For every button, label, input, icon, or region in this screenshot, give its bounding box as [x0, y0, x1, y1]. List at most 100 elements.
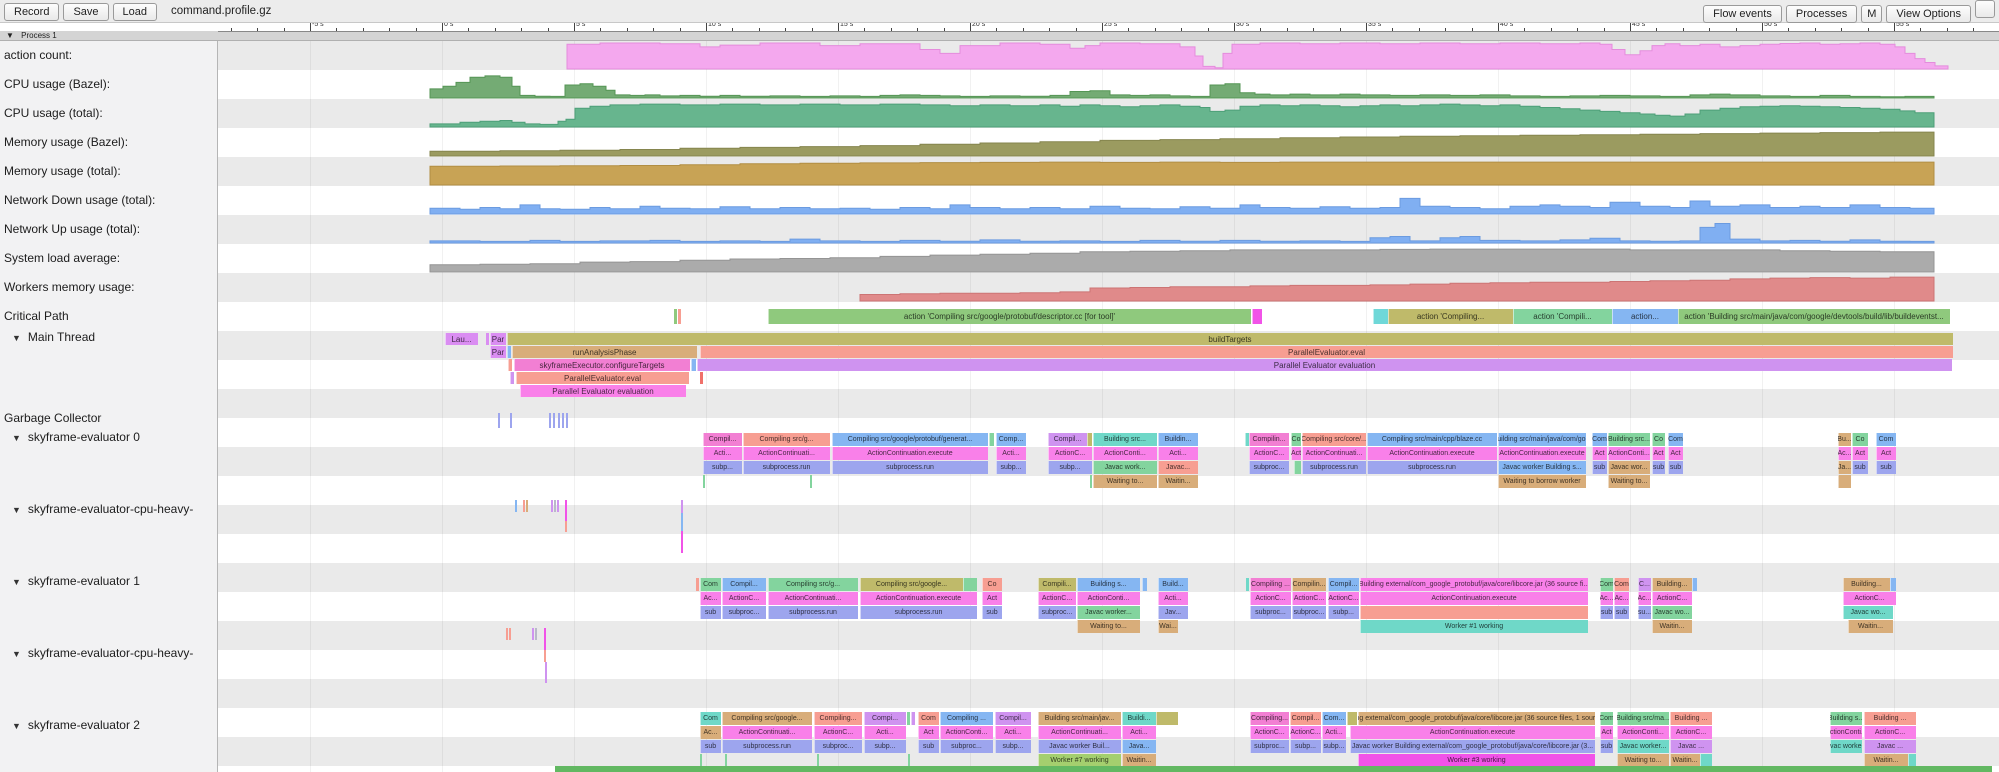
skyframe-evaluator-1-span[interactable]: ActionContinuati...: [768, 592, 858, 605]
skyframe-evaluator-0-span[interactable]: ActionContinuation.execute: [1498, 447, 1586, 460]
event-tick[interactable]: [554, 500, 556, 512]
track-label-skyframe-evaluator-1[interactable]: ▼skyframe-evaluator 1: [12, 574, 140, 588]
event-tick[interactable]: [535, 628, 537, 640]
skyframe-evaluator-0-span[interactable]: Waiting to...: [1093, 475, 1157, 488]
critical-path-span[interactable]: [674, 309, 677, 324]
skyframe-evaluator-0-span[interactable]: Bu...: [1838, 433, 1851, 446]
skyframe-evaluator-2-span[interactable]: Acti...: [864, 726, 906, 739]
skyframe-evaluator-2-span[interactable]: ActionC...: [1290, 726, 1321, 739]
skyframe-evaluator-0-span[interactable]: Co: [1291, 433, 1301, 446]
skyframe-evaluator-2-span[interactable]: sub: [918, 740, 939, 753]
skyframe-evaluator-1-span[interactable]: Building...: [1652, 578, 1692, 591]
process-collapse-arrow-icon[interactable]: ▼: [6, 31, 14, 40]
skyframe-evaluator-0-span[interactable]: Ac...: [1838, 447, 1851, 460]
critical-path-span[interactable]: action 'Building src/main/java/com/googl…: [1678, 309, 1950, 324]
critical-path-span[interactable]: action...: [1612, 309, 1678, 324]
skyframe-evaluator-0-span[interactable]: Com: [1876, 433, 1896, 446]
main-thread-span[interactable]: [510, 372, 514, 384]
skyframe-evaluator-0-span[interactable]: Ja...: [1838, 461, 1851, 474]
skyframe-evaluator-1-span[interactable]: su...: [1638, 606, 1651, 619]
skyframe-evaluator-0-span[interactable]: Com: [1668, 433, 1683, 446]
event-tick[interactable]: [566, 413, 568, 428]
skyframe-evaluator-2-span[interactable]: ActionC...: [1250, 726, 1289, 739]
skyframe-evaluator-0-span[interactable]: Acti...: [703, 447, 742, 460]
process-header[interactable]: ▼ Process 1: [0, 31, 1999, 41]
main-thread-span[interactable]: buildTargets: [507, 333, 1953, 345]
event-tick[interactable]: [544, 650, 546, 662]
skyframe-evaluator-0-span[interactable]: sub: [1668, 461, 1683, 474]
event-tick[interactable]: [509, 628, 511, 640]
main-thread-span[interactable]: [486, 333, 489, 345]
skyframe-evaluator-0-span[interactable]: [1294, 461, 1301, 474]
event-tick[interactable]: [562, 413, 564, 428]
skyframe-evaluator-1-span[interactable]: subproc...: [1038, 606, 1076, 619]
skyframe-evaluator-1-span[interactable]: Worker #1 working: [1360, 620, 1588, 633]
skyframe-evaluator-1-span[interactable]: Act: [982, 592, 1002, 605]
skyframe-evaluator-0-span[interactable]: Co: [1652, 433, 1665, 446]
skyframe-evaluator-1-span[interactable]: Compiling ...: [1250, 578, 1291, 591]
skyframe-evaluator-1-span[interactable]: Ac...: [1614, 592, 1629, 605]
skyframe-evaluator-0-span[interactable]: Act: [1592, 447, 1607, 460]
skyframe-evaluator-1-span[interactable]: Ac...: [1600, 592, 1613, 605]
skyframe-evaluator-2-span[interactable]: Compiling...: [1250, 712, 1289, 725]
track-label-skyframe-evaluator-0[interactable]: ▼skyframe-evaluator 0: [12, 430, 140, 444]
memory-usage-bazel-chart[interactable]: [430, 132, 1934, 156]
skyframe-evaluator-2-span[interactable]: ActionConti...: [1617, 726, 1669, 739]
skyframe-evaluator-2-span[interactable]: Building s...: [1830, 712, 1862, 725]
skyframe-evaluator-2-span[interactable]: Compiling...: [814, 712, 862, 725]
skyframe-evaluator-1-span[interactable]: [1890, 578, 1896, 591]
skyframe-evaluator-0-span[interactable]: Act: [1291, 447, 1301, 460]
skyframe-evaluator-2-span[interactable]: [907, 712, 910, 725]
skyframe-evaluator-1-span[interactable]: Jav...: [1158, 606, 1188, 619]
skyframe-evaluator-2-span[interactable]: subproc...: [940, 740, 993, 753]
skyframe-evaluator-0-span[interactable]: subprocess.run: [743, 461, 830, 474]
event-tick[interactable]: [681, 531, 683, 553]
skyframe-evaluator-2-span[interactable]: ActionC...: [1864, 726, 1916, 739]
skyframe-evaluator-0-span[interactable]: subprocess.run: [1302, 461, 1366, 474]
skyframe-evaluator-0-span[interactable]: sub: [1852, 461, 1868, 474]
event-tick[interactable]: [810, 475, 812, 488]
processes-button[interactable]: Processes: [1786, 5, 1857, 23]
skyframe-evaluator-0-span[interactable]: sub: [1652, 461, 1665, 474]
skyframe-evaluator-2-span[interactable]: Building external/com_google_protobuf/ja…: [1358, 712, 1595, 725]
skyframe-evaluator-1-span[interactable]: sub: [1614, 606, 1629, 619]
skyframe-evaluator-1-span[interactable]: ActionC...: [1328, 592, 1359, 605]
critical-path-span[interactable]: [1252, 309, 1262, 324]
load-button[interactable]: Load: [113, 3, 157, 21]
skyframe-evaluator-0-span[interactable]: Javac...: [1158, 461, 1198, 474]
event-tick[interactable]: [515, 500, 517, 512]
skyframe-evaluator-2-span[interactable]: Act: [1600, 726, 1613, 739]
skyframe-evaluator-0-span[interactable]: ActionC...: [1249, 447, 1289, 460]
skyframe-evaluator-2-span[interactable]: [1347, 712, 1357, 725]
skyframe-evaluator-1-span[interactable]: Compil...: [1328, 578, 1359, 591]
skyframe-evaluator-1-span[interactable]: Building external/com_google_protobuf/ja…: [1360, 578, 1588, 591]
skyframe-evaluator-1-span[interactable]: Com: [700, 578, 721, 591]
track-collapse-arrow-icon[interactable]: ▼: [12, 649, 21, 659]
skyframe-evaluator-2-span[interactable]: Javac worker...: [1830, 740, 1862, 753]
skyframe-evaluator-2-span[interactable]: Acti...: [995, 726, 1031, 739]
skyframe-evaluator-1-span[interactable]: ActionC...: [1843, 592, 1896, 605]
skyframe-evaluator-2-span[interactable]: ActionContinuation.execute: [1350, 726, 1595, 739]
skyframe-evaluator-2-span[interactable]: subp...: [1322, 740, 1346, 753]
skyframe-evaluator-1-span[interactable]: Compil...: [722, 578, 766, 591]
skyframe-evaluator-2-span[interactable]: sub: [1600, 740, 1613, 753]
skyframe-evaluator-0-span[interactable]: Buildin...: [1158, 433, 1198, 446]
skyframe-evaluator-0-span[interactable]: subp...: [996, 461, 1026, 474]
skyframe-evaluator-2-span[interactable]: Compil...: [995, 712, 1031, 725]
skyframe-evaluator-2-span[interactable]: subp...: [864, 740, 906, 753]
skyframe-evaluator-0-span[interactable]: Javac worker Building s...: [1498, 461, 1586, 474]
track-collapse-arrow-icon[interactable]: ▼: [12, 505, 21, 515]
skyframe-evaluator-1-span[interactable]: ActionConti...: [1077, 592, 1140, 605]
skyframe-evaluator-1-span[interactable]: [1360, 606, 1588, 619]
skyframe-evaluator-1-span[interactable]: Com: [1600, 578, 1613, 591]
event-tick[interactable]: [523, 500, 525, 512]
skyframe-evaluator-0-span[interactable]: Acti...: [1158, 447, 1198, 460]
skyframe-evaluator-0-span[interactable]: Compil...: [1048, 433, 1087, 446]
skyframe-evaluator-2-span[interactable]: Java...: [1122, 740, 1156, 753]
skyframe-evaluator-2-span[interactable]: Compil...: [1290, 712, 1321, 725]
skyframe-evaluator-1-span[interactable]: subproc...: [1250, 606, 1291, 619]
track-collapse-arrow-icon[interactable]: ▼: [12, 577, 21, 587]
skyframe-evaluator-0-span[interactable]: Compil...: [703, 433, 742, 446]
skyframe-evaluator-0-span[interactable]: subprocess.run: [832, 461, 988, 474]
skyframe-evaluator-1-span[interactable]: ActionContinuation.execute: [1360, 592, 1588, 605]
